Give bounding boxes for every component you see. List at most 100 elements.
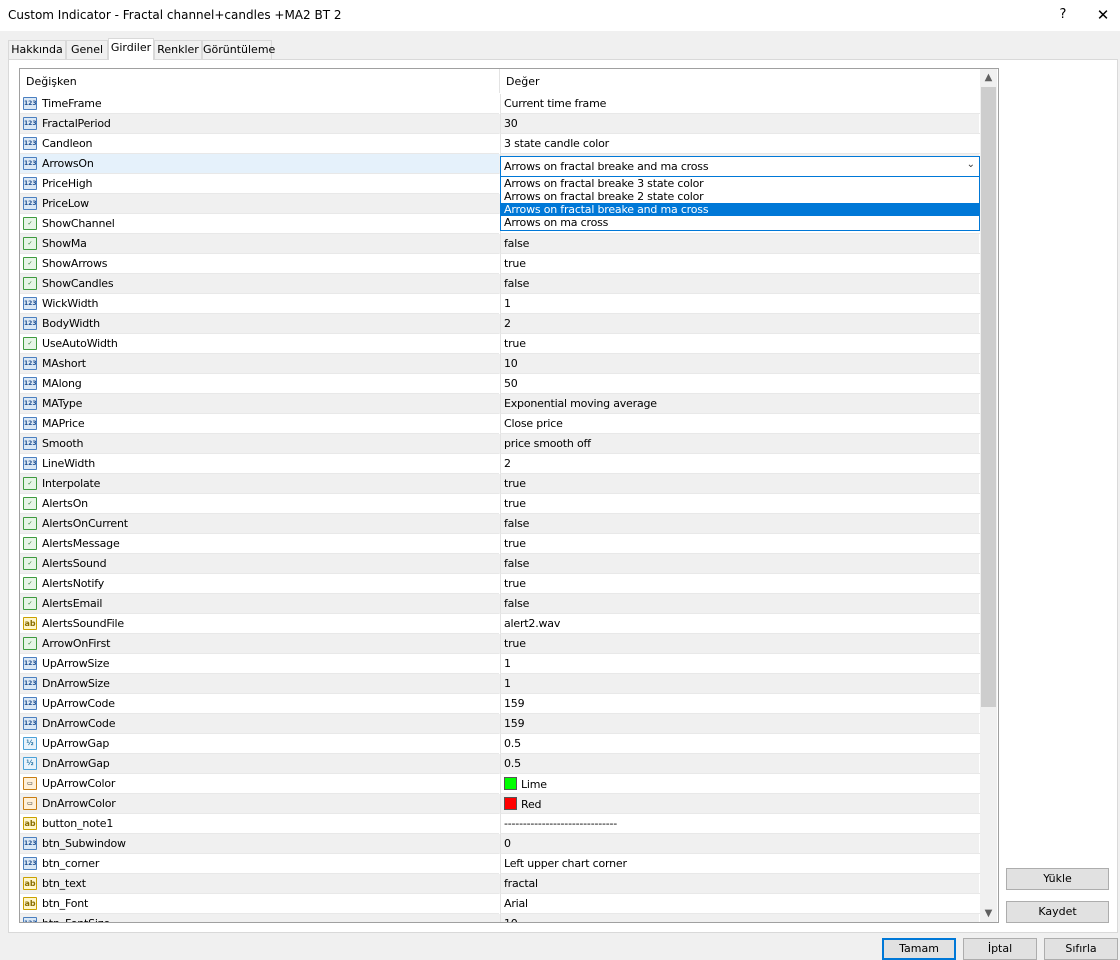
value-cell[interactable]: 2 (500, 454, 980, 474)
chevron-down-icon[interactable]: ⌄ (967, 159, 975, 170)
table-row[interactable]: 123 MAlong 50 (20, 374, 980, 394)
column-header-variable[interactable]: Değişken (20, 69, 496, 93)
variable-cell[interactable]: 123 LineWidth (20, 454, 499, 474)
dropdown-option[interactable]: Arrows on fractal breake 2 state color (501, 190, 979, 203)
column-header-value[interactable]: Değer (500, 69, 976, 93)
value-cell[interactable]: price smooth off (500, 434, 980, 454)
table-row[interactable]: ✓ AlertsMessage true (20, 534, 980, 554)
variable-cell[interactable]: ✓ AlertsMessage (20, 534, 499, 554)
table-row[interactable]: ab btn_Font Arial (20, 894, 980, 914)
table-row[interactable]: 123 LineWidth 2 (20, 454, 980, 474)
variable-cell[interactable]: 123 btn_corner (20, 854, 499, 874)
table-row[interactable]: ▭ UpArrowColor Lime (20, 774, 980, 794)
variable-cell[interactable]: ½ UpArrowGap (20, 734, 499, 754)
dropdown-option-highlighted[interactable]: Arrows on fractal breake and ma cross (501, 203, 979, 216)
variable-cell[interactable]: 123 UpArrowSize (20, 654, 499, 674)
table-row[interactable]: 123 UpArrowCode 159 (20, 694, 980, 714)
tab-display[interactable]: Görüntüleme (202, 40, 275, 59)
variable-cell[interactable]: 123 btn_FontSize (20, 914, 499, 922)
variable-cell[interactable]: 123 MAshort (20, 354, 499, 374)
value-cell[interactable]: false (500, 234, 980, 254)
value-cell[interactable]: true (500, 334, 980, 354)
table-row[interactable]: 123 DnArrowSize 1 (20, 674, 980, 694)
value-cell[interactable]: 0.5 (500, 734, 980, 754)
value-cell[interactable]: 1 (500, 294, 980, 314)
variable-cell[interactable]: ✓ ShowArrows (20, 254, 499, 274)
table-row[interactable]: ✓ ArrowOnFirst true (20, 634, 980, 654)
variable-cell[interactable]: ab btn_text (20, 874, 499, 894)
value-cell[interactable]: true (500, 494, 980, 514)
variable-cell[interactable]: 123 FractalPeriod (20, 114, 499, 134)
value-cell[interactable]: 3 state candle color (500, 134, 980, 154)
variable-cell[interactable]: 123 MAPrice (20, 414, 499, 434)
table-row[interactable]: 123 DnArrowCode 159 (20, 714, 980, 734)
variable-cell[interactable]: 123 MAlong (20, 374, 499, 394)
scroll-down-icon[interactable]: ▼ (980, 905, 997, 922)
variable-cell[interactable]: ab AlertsSoundFile (20, 614, 499, 634)
variable-cell[interactable]: 123 PriceHigh (20, 174, 499, 194)
value-cell[interactable]: false (500, 274, 980, 294)
table-row[interactable]: ab button_note1 --------------------------… (20, 814, 980, 834)
table-row[interactable]: 123 WickWidth 1 (20, 294, 980, 314)
variable-cell[interactable]: 123 WickWidth (20, 294, 499, 314)
value-cell[interactable]: 159 (500, 714, 980, 734)
table-row[interactable]: 123 btn_corner Left upper chart corner (20, 854, 980, 874)
value-cell[interactable]: false (500, 514, 980, 534)
tab-inputs[interactable]: Girdiler (108, 38, 154, 60)
value-cell[interactable]: 30 (500, 114, 980, 134)
value-cell[interactable]: true (500, 574, 980, 594)
table-row[interactable]: 123 btn_Subwindow 0 (20, 834, 980, 854)
tab-about[interactable]: Hakkında (8, 40, 66, 59)
scroll-up-icon[interactable]: ▲ (980, 69, 997, 86)
scrollbar-thumb[interactable] (981, 87, 996, 707)
table-row[interactable]: ✓ Interpolate true (20, 474, 980, 494)
table-row[interactable]: ✓ AlertsSound false (20, 554, 980, 574)
table-row[interactable]: ✓ ShowCandles false (20, 274, 980, 294)
variable-cell[interactable]: 123 TimeFrame (20, 94, 499, 114)
variable-cell[interactable]: ✓ ShowChannel (20, 214, 499, 234)
tab-colors[interactable]: Renkler (154, 40, 202, 59)
load-button[interactable]: Yükle (1006, 868, 1109, 890)
value-cell[interactable]: Exponential moving average (500, 394, 980, 414)
value-cell[interactable]: 1 (500, 654, 980, 674)
value-cell[interactable]: true (500, 474, 980, 494)
value-cell[interactable]: alert2.wav (500, 614, 980, 634)
value-cell[interactable]: ------------------------------ (500, 814, 980, 834)
variable-cell[interactable]: ✓ AlertsEmail (20, 594, 499, 614)
variable-cell[interactable]: 123 PriceLow (20, 194, 499, 214)
variable-cell[interactable]: ✓ AlertsOn (20, 494, 499, 514)
table-row[interactable]: ✓ UseAutoWidth true (20, 334, 980, 354)
tab-general[interactable]: Genel (66, 40, 108, 59)
value-cell[interactable]: 10 (500, 914, 980, 922)
dropdown-option[interactable]: Arrows on fractal breake 3 state color (501, 177, 979, 190)
variable-cell[interactable]: 123 Candleon (20, 134, 499, 154)
value-cell[interactable]: 0.5 (500, 754, 980, 774)
cancel-button[interactable]: İptal (963, 938, 1037, 960)
table-row[interactable]: 123 TimeFrame Current time frame (20, 94, 980, 114)
help-button[interactable]: ? (1051, 4, 1075, 26)
variable-cell[interactable]: ▭ UpArrowColor (20, 774, 499, 794)
table-row[interactable]: ✓ AlertsOn true (20, 494, 980, 514)
value-cell[interactable]: fractal (500, 874, 980, 894)
value-cell[interactable]: true (500, 634, 980, 654)
variable-cell[interactable]: 123 DnArrowSize (20, 674, 499, 694)
value-cell[interactable]: true (500, 534, 980, 554)
dropdown-option[interactable]: Arrows on ma cross (501, 216, 979, 229)
variable-cell[interactable]: 123 UpArrowCode (20, 694, 499, 714)
value-cell[interactable]: Arial (500, 894, 980, 914)
value-cell[interactable]: 2 (500, 314, 980, 334)
value-cell[interactable]: Left upper chart corner (500, 854, 980, 874)
variable-cell[interactable]: ✓ AlertsSound (20, 554, 499, 574)
table-row[interactable]: ✓ AlertsOnCurrent false (20, 514, 980, 534)
reset-button[interactable]: Sıfırla (1044, 938, 1118, 960)
variable-cell[interactable]: 123 btn_Subwindow (20, 834, 499, 854)
table-row[interactable]: ✓ ShowMa false (20, 234, 980, 254)
variable-cell[interactable]: ab button_note1 (20, 814, 499, 834)
variable-cell[interactable]: ✓ AlertsOnCurrent (20, 514, 499, 534)
value-cell[interactable]: Close price (500, 414, 980, 434)
variable-cell[interactable]: 123 ArrowsOn (20, 154, 499, 174)
table-row[interactable]: 123 btn_FontSize 10 (20, 914, 980, 922)
table-row[interactable]: ✓ ShowArrows true (20, 254, 980, 274)
value-cell[interactable]: false (500, 554, 980, 574)
save-button[interactable]: Kaydet (1006, 901, 1109, 923)
